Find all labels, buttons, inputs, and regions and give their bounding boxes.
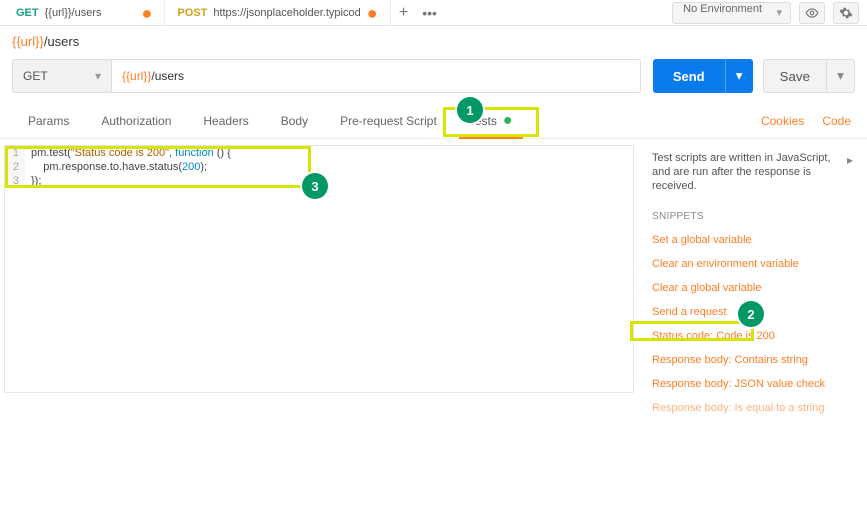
add-tab-button[interactable]: +: [391, 4, 417, 22]
request-name: {{url}}/users: [12, 34, 79, 49]
environment-quicklook-icon[interactable]: [799, 2, 825, 24]
annotation-badge-2: 2: [738, 301, 764, 327]
save-options-button[interactable]: ▾: [827, 59, 855, 93]
send-button[interactable]: Send: [653, 59, 725, 93]
tests-body: 1pm.test("Status code is 200", function …: [0, 139, 867, 426]
send-options-button[interactable]: ▾: [725, 59, 753, 93]
tab-title: https://jsonplaceholder.typicod: [213, 7, 360, 19]
request-row: GET {{url}}/users Send ▾ Save ▾: [0, 49, 867, 103]
environment-select[interactable]: No Environment: [672, 2, 791, 24]
snippet-body-contains[interactable]: Response body: Contains string: [652, 354, 853, 366]
request-tab-2[interactable]: POST https://jsonplaceholder.typicod ●: [165, 0, 390, 26]
snippet-clear-env[interactable]: Clear an environment variable: [652, 258, 853, 270]
code-link[interactable]: Code: [822, 114, 851, 128]
method-select[interactable]: GET: [12, 59, 112, 93]
tab-method: POST: [177, 7, 207, 19]
request-tab-1[interactable]: GET {{url}}/users ●: [4, 0, 165, 26]
request-name-row: {{url}}/users: [0, 26, 867, 49]
tab-params[interactable]: Params: [12, 103, 85, 139]
tab-headers[interactable]: Headers: [187, 103, 264, 139]
snippet-set-global[interactable]: Set a global variable: [652, 234, 853, 246]
snippets-header: SNIPPETS: [652, 211, 853, 222]
cookies-link[interactable]: Cookies: [761, 114, 804, 128]
snippet-clear-global[interactable]: Clear a global variable: [652, 282, 853, 294]
tab-overflow-button[interactable]: •••: [417, 5, 443, 21]
request-subtabs: Params Authorization Headers Body Pre-re…: [0, 103, 867, 139]
help-text: Test scripts are written in JavaScript, …: [652, 151, 841, 193]
tab-prerequest[interactable]: Pre-request Script: [324, 103, 453, 139]
tab-body[interactable]: Body: [265, 103, 324, 139]
annotation-badge-1: 1: [457, 97, 483, 123]
tests-help-panel: Test scripts are written in JavaScript, …: [634, 145, 867, 426]
tab-method: GET: [16, 7, 39, 19]
annotation-highlight-2: [630, 321, 754, 341]
snippet-body-equal[interactable]: Response body: Is equal to a string: [652, 402, 853, 414]
snippet-body-json[interactable]: Response body: JSON value check: [652, 378, 853, 390]
url-input[interactable]: {{url}}/users: [112, 59, 641, 93]
tab-authorization[interactable]: Authorization: [85, 103, 187, 139]
tab-title: {{url}}/users: [45, 7, 102, 19]
dirty-dot-icon: ●: [367, 9, 378, 17]
tab-bar: GET {{url}}/users ● POST https://jsonpla…: [0, 0, 867, 26]
help-expand-icon[interactable]: ▸: [847, 151, 853, 167]
dirty-dot-icon: ●: [142, 9, 153, 17]
settings-gear-icon[interactable]: [833, 2, 859, 24]
annotation-badge-3: 3: [302, 173, 328, 199]
save-button[interactable]: Save: [763, 59, 827, 93]
